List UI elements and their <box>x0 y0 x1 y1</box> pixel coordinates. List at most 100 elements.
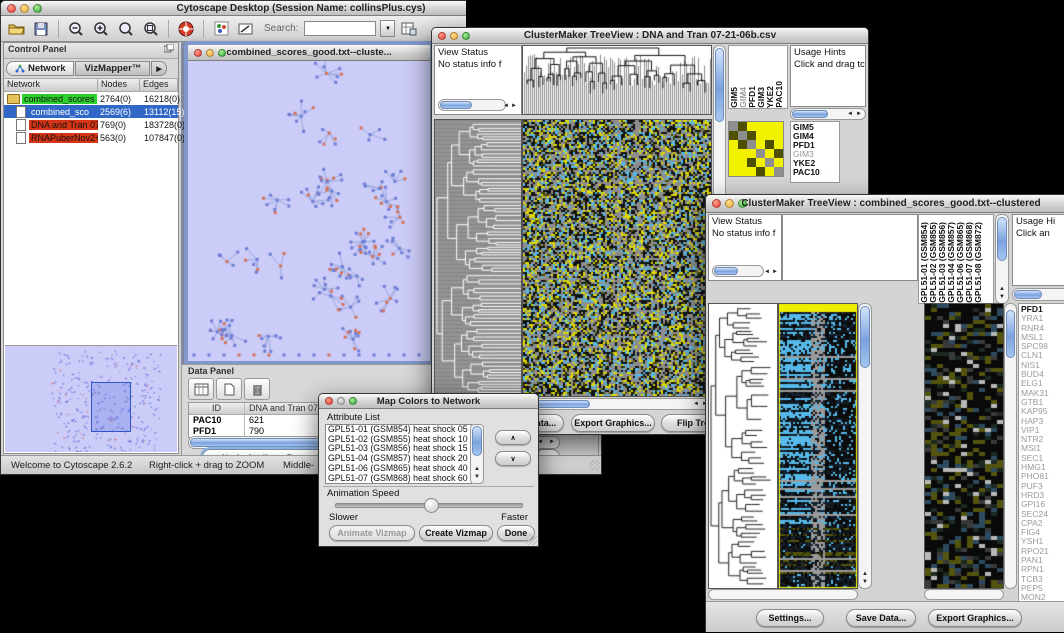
scroll-thumb[interactable] <box>997 217 1007 261</box>
attribute-list-item[interactable]: GPL51-07 (GSM868) heat shock 60 min <box>326 474 471 484</box>
help-lifesaver-icon[interactable] <box>175 19 197 39</box>
gene-label[interactable]: PAC10 <box>793 168 837 177</box>
column-label[interactable]: GPL51-02 (GSM855) <box>928 222 937 303</box>
column-label[interactable]: GIM5 <box>729 87 738 108</box>
attribute-list[interactable]: GPL51-01 (GSM854) heat shock 05 minGPL51… <box>325 424 472 484</box>
scroll-up-icon[interactable]: ▲ <box>999 286 1005 292</box>
scroll-thumb[interactable] <box>1006 310 1015 358</box>
tab-network[interactable]: Network <box>6 61 74 76</box>
tv2-column-labels[interactable]: GPL51-01 (GSM854)GPL51-02 (GSM855) GPL51-… <box>918 214 994 304</box>
column-label[interactable]: GPL51-08 (GSM872) <box>973 222 982 303</box>
matrix-cell[interactable] <box>765 167 774 176</box>
birds-eye-viewport-rect[interactable] <box>91 382 131 432</box>
zoom-selected-button[interactable] <box>115 19 137 39</box>
export-graphics-button[interactable]: Export Graphics... <box>571 414 655 432</box>
column-dendrogram-canvas[interactable] <box>522 45 712 115</box>
tv2-hints-scrollbar[interactable] <box>1012 288 1064 301</box>
view-status-scrollbar[interactable] <box>438 99 506 111</box>
attribute-list-scrollbar[interactable]: ▲ ▼ <box>470 424 484 484</box>
zoom-in-button[interactable] <box>90 19 112 39</box>
save-data-button[interactable]: Save Data... <box>846 609 916 627</box>
scroll-thumb[interactable] <box>715 48 724 122</box>
dialog-titlebar[interactable]: Map Colors to Network <box>319 394 538 409</box>
matrix-cell[interactable] <box>774 131 783 140</box>
column-label[interactable]: GPL51-01 (GSM854) <box>919 222 928 303</box>
scroll-down-icon[interactable]: ▼ <box>474 474 480 480</box>
matrix-cell[interactable] <box>738 158 747 167</box>
scroll-left-icon[interactable]: ◄ <box>693 401 699 407</box>
tv1-column-labels[interactable]: GIM5GIM4PFD1GIM3YKE2PAC10 <box>728 45 788 109</box>
open-session-button[interactable] <box>5 19 27 39</box>
tv2-titlebar[interactable]: ClusterMaker TreeView : combined_scores_… <box>706 195 1064 213</box>
matrix-cell[interactable] <box>738 131 747 140</box>
matrix-cell[interactable] <box>747 140 756 149</box>
tv2-zoom-vscrollbar[interactable] <box>1004 303 1017 589</box>
tab-vizmapper[interactable]: VizMapper™ <box>75 61 150 76</box>
scroll-right-icon[interactable]: ► <box>772 269 778 275</box>
similarity-matrix[interactable] <box>728 121 784 177</box>
matrix-cell[interactable] <box>729 122 738 131</box>
search-input[interactable] <box>304 21 376 36</box>
matrix-cell[interactable] <box>729 131 738 140</box>
tv2-collabel-scrollbar[interactable]: ▲ ▼ <box>995 214 1009 304</box>
import-table-icon[interactable] <box>398 19 420 39</box>
matrix-cell[interactable] <box>774 122 783 131</box>
col-id[interactable]: ID <box>189 403 245 414</box>
move-down-button[interactable]: ∨ <box>495 451 531 466</box>
column-label[interactable]: YKE2 <box>765 86 774 108</box>
col-network[interactable]: Network <box>4 79 98 91</box>
matrix-cell[interactable] <box>774 140 783 149</box>
delete-attribute-icon[interactable] <box>244 378 270 400</box>
matrix-cell[interactable] <box>774 167 783 176</box>
zoom-out-button[interactable] <box>65 19 87 39</box>
scroll-down-icon[interactable]: ▼ <box>999 294 1005 300</box>
heatmap-canvas[interactable] <box>522 119 712 397</box>
matrix-cell[interactable] <box>765 122 774 131</box>
matrix-cell[interactable] <box>738 122 747 131</box>
matrix-cell[interactable] <box>765 158 774 167</box>
scroll-thumb[interactable] <box>472 426 482 456</box>
network-tree-row[interactable]: combined_sco2569(6)13112(15) <box>4 105 178 118</box>
tv2-hscrollbar-right[interactable] <box>924 589 1004 600</box>
search-dropdown-icon[interactable]: ▼ <box>380 20 395 37</box>
tv1-hints-scrollbar[interactable]: ◄ ► <box>790 108 866 120</box>
row-dendrogram-canvas[interactable] <box>434 119 522 397</box>
resize-grip[interactable] <box>589 460 600 471</box>
tv1-titlebar[interactable]: ClusterMaker TreeView : DNA and Tran 07-… <box>432 28 868 44</box>
tv1-hscrollbar[interactable]: ◄ ► <box>522 398 712 410</box>
column-label[interactable]: PAC10 <box>774 81 783 108</box>
heatmap-canvas[interactable] <box>778 303 858 589</box>
scroll-down-icon[interactable]: ▼ <box>862 579 868 585</box>
node-attributes-icon[interactable] <box>210 19 232 39</box>
zoom-heatmap-canvas[interactable] <box>924 303 1004 589</box>
resize-grip[interactable] <box>526 534 537 545</box>
column-label[interactable]: GIM4 <box>738 87 747 108</box>
tv2-heatmap-vscrollbar[interactable]: ▲ ▼ <box>858 303 872 589</box>
tv2-hscrollbar-left[interactable] <box>708 589 858 600</box>
scroll-right-icon[interactable]: ► <box>549 439 555 445</box>
new-attribute-icon[interactable] <box>216 378 242 400</box>
col-edges[interactable]: Edges <box>140 79 178 91</box>
scroll-right-icon[interactable]: ► <box>856 111 862 117</box>
matrix-cell[interactable] <box>774 158 783 167</box>
column-label[interactable]: GPL51-04 (GSM857) <box>946 222 955 303</box>
network-tree-row[interactable]: combined_scores2764(0)16218(0) <box>4 92 178 105</box>
move-up-button[interactable]: ∧ <box>495 430 531 445</box>
matrix-cell[interactable] <box>738 140 747 149</box>
settings-button[interactable]: Settings... <box>756 609 824 627</box>
save-session-button[interactable] <box>30 19 52 39</box>
annotation-icon[interactable] <box>235 19 257 39</box>
scroll-up-icon[interactable]: ▲ <box>862 571 868 577</box>
slider-thumb[interactable] <box>424 498 439 513</box>
matrix-cell[interactable] <box>765 131 774 140</box>
animate-vizmap-button[interactable]: Animate Vizmap <box>329 525 415 541</box>
create-vizmap-button[interactable]: Create Vizmap <box>419 525 493 541</box>
matrix-cell[interactable] <box>756 122 765 131</box>
column-label[interactable]: GPL51-06 (GSM865) <box>955 222 964 303</box>
scroll-right-icon[interactable]: ► <box>511 103 517 109</box>
column-label[interactable]: PFD1 <box>747 86 756 108</box>
view-status-scrollbar[interactable] <box>712 265 764 277</box>
network-tree-row[interactable]: RNAPuberNov2+563(0)107847(0) <box>4 131 178 144</box>
matrix-cell[interactable] <box>738 167 747 176</box>
network-canvas[interactable] <box>188 61 430 361</box>
